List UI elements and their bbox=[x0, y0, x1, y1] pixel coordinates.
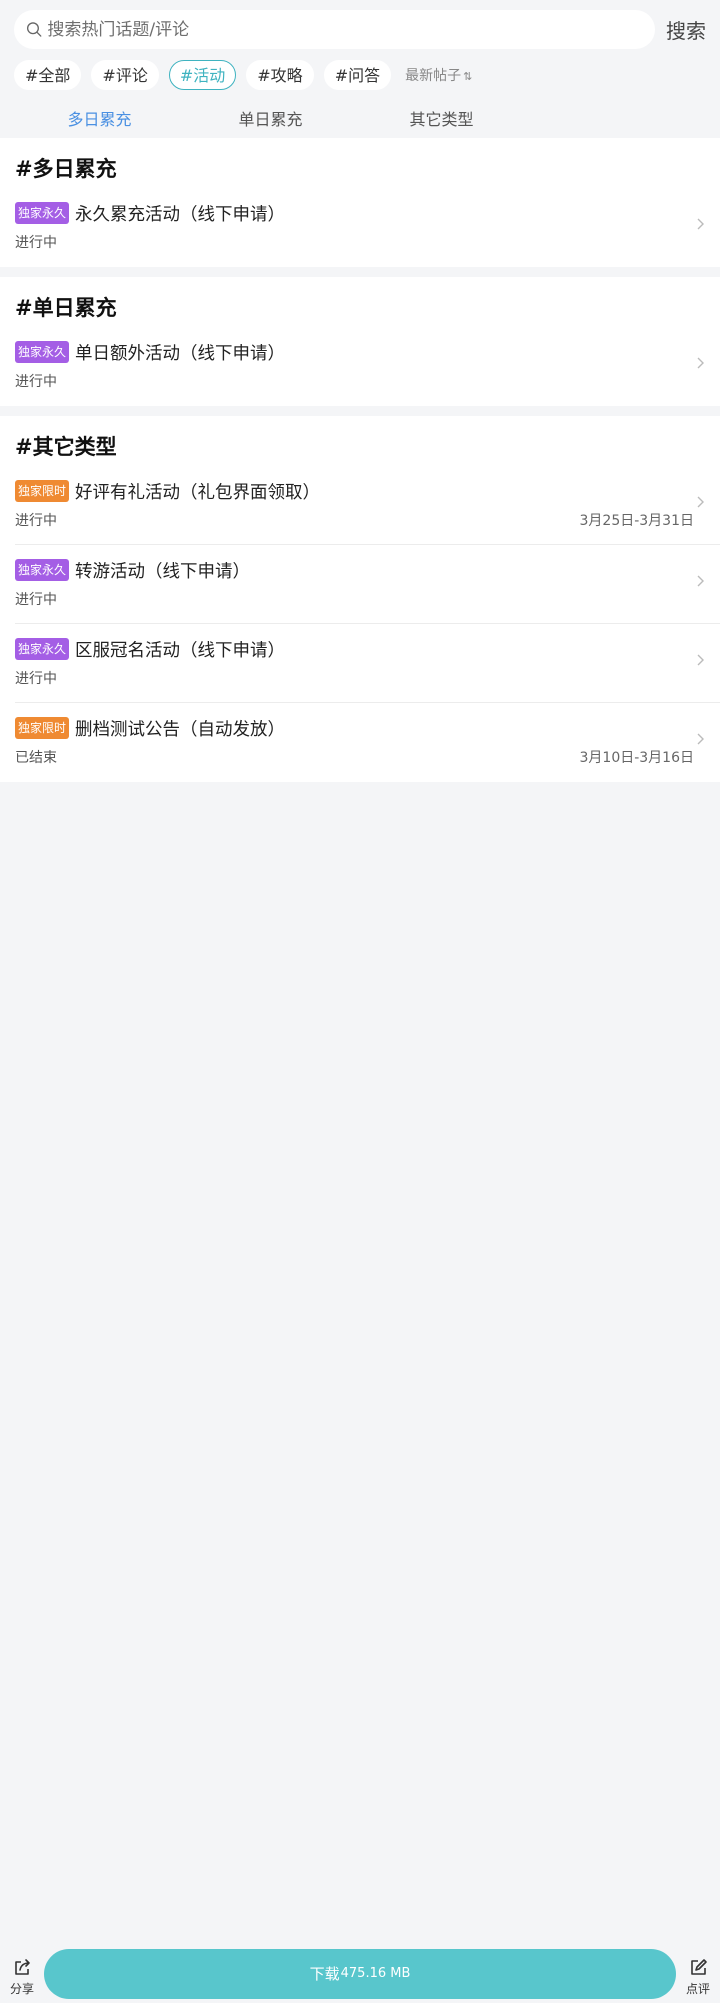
activity-item[interactable]: 独家永久 永久累充活动（线下申请） 进行中 bbox=[15, 188, 720, 267]
tab-item[interactable]: 单日累充 bbox=[185, 106, 356, 130]
share-icon bbox=[15, 1958, 30, 1975]
activity-item[interactable]: 独家永久 单日额外活动（线下申请） 进行中 bbox=[15, 327, 720, 406]
activity-status: 已结束 bbox=[15, 750, 57, 766]
search-button[interactable]: 搜索 bbox=[666, 15, 706, 44]
review-label: 点评 bbox=[685, 1981, 710, 1996]
chevron-right-icon bbox=[697, 357, 704, 369]
sort-latest-button[interactable]: 最新帖子 ⇅ bbox=[405, 65, 472, 85]
activity-item[interactable]: 独家限时 好评有礼活动（礼包界面领取） 进行中 3月25日-3月31日 bbox=[15, 466, 720, 545]
activity-status: 进行中 bbox=[15, 513, 57, 529]
activity-title: 好评有礼活动（礼包界面领取） bbox=[75, 482, 321, 503]
bottom-bar: 分享 下载 475.16 MB 点评 bbox=[0, 1944, 720, 2003]
activity-badge: 独家限时 bbox=[15, 717, 70, 739]
activity-status: 进行中 bbox=[15, 671, 57, 687]
tab-item[interactable]: 多日累充 bbox=[14, 106, 185, 130]
topic-chip[interactable]: #攻略 bbox=[246, 60, 314, 90]
activity-item[interactable]: 独家永久 转游活动（线下申请） 进行中 bbox=[15, 545, 720, 624]
activity-title: 永久累充活动（线下申请） bbox=[75, 204, 286, 225]
activity-date-range: 3月25日-3月31日 bbox=[579, 513, 695, 529]
activity-badge: 独家永久 bbox=[15, 341, 70, 363]
activity-status: 进行中 bbox=[15, 374, 57, 390]
activity-item-meta: 进行中 bbox=[15, 371, 700, 391]
search-input[interactable] bbox=[47, 19, 655, 40]
activity-section: #单日累充独家永久 单日额外活动（线下申请） 进行中 bbox=[0, 277, 720, 406]
activity-sections: #多日累充 独家永久 永久累充活动（线下申请） 进行中 #单日累充 独家永久 单日额外活动（… bbox=[0, 138, 720, 782]
activity-status: 进行中 bbox=[15, 235, 57, 251]
activity-date-range: 3月10日-3月16日 bbox=[579, 750, 695, 766]
topic-chip[interactable]: #全部 bbox=[14, 60, 82, 90]
activity-item-meta: 进行中 bbox=[15, 232, 700, 252]
activity-item-header: 独家永久 永久累充活动（线下申请） bbox=[15, 200, 700, 226]
search-row: 搜索 bbox=[14, 10, 706, 49]
activity-item-meta: 已结束 3月10日-3月16日 bbox=[15, 747, 700, 767]
activity-item[interactable]: 独家限时 删档测试公告（自动发放） 已结束 3月10日-3月16日 bbox=[15, 703, 720, 782]
chevron-right-icon bbox=[697, 733, 704, 745]
chevron-right-icon bbox=[697, 575, 704, 587]
activity-section: #其它类型 独家限时 好评有礼活动（礼包界面领取） 进行中 3月25日-3月31日 独家永… bbox=[0, 416, 720, 782]
activity-item-header: 独家限时 好评有礼活动（礼包界面领取） bbox=[15, 478, 700, 504]
activity-badge: 独家永久 bbox=[15, 202, 70, 224]
search-icon bbox=[26, 22, 42, 37]
activity-item-meta: 进行中 bbox=[15, 589, 700, 609]
search-box[interactable] bbox=[14, 10, 655, 49]
category-tabs: 多日累充 单日累充 其它类型 bbox=[14, 98, 706, 138]
topic-chip[interactable]: #问答 bbox=[323, 60, 392, 90]
activity-badge: 独家限时 bbox=[15, 480, 70, 502]
share-label: 分享 bbox=[9, 1981, 34, 1996]
activity-badge: 独家永久 bbox=[15, 638, 70, 660]
topic-chips: #全部 #评论 #活动 #攻略 #问答 最新帖子 ⇅ bbox=[14, 60, 706, 90]
activity-item-header: 独家限时 删档测试公告（自动发放） bbox=[15, 715, 700, 741]
sort-arrows-icon: ⇅ bbox=[463, 70, 473, 83]
activity-section: #多日累充独家永久 永久累充活动（线下申请） 进行中 bbox=[0, 138, 720, 267]
share-button[interactable]: 分享 bbox=[0, 1949, 44, 1999]
download-label: 下载 bbox=[309, 1965, 340, 1983]
download-size: 475.16 MB bbox=[340, 1966, 411, 1981]
activity-item-meta: 进行中 bbox=[15, 668, 700, 688]
sort-label: 最新帖子 bbox=[405, 68, 462, 84]
activity-item-header: 独家永久 区服冠名活动（线下申请） bbox=[15, 636, 700, 662]
activity-title: 删档测试公告（自动发放） bbox=[75, 719, 286, 740]
chevron-right-icon bbox=[697, 218, 704, 230]
review-button[interactable]: 点评 bbox=[676, 1949, 720, 1999]
activity-badge: 独家永久 bbox=[15, 559, 70, 581]
section-title: #其它类型 bbox=[15, 435, 117, 459]
activity-status: 进行中 bbox=[15, 592, 57, 608]
activity-title: 转游活动（线下申请） bbox=[75, 561, 251, 582]
activity-title: 单日额外活动（线下申请） bbox=[75, 343, 286, 364]
activity-item-meta: 进行中 3月25日-3月31日 bbox=[15, 510, 700, 530]
header: 搜索 #全部 #评论 #活动 #攻略 #问答最新帖子⇅ 多日累充单日累充其它类型 bbox=[0, 0, 720, 138]
topic-chip[interactable]: #评论 bbox=[91, 60, 159, 90]
section-title: #单日累充 bbox=[15, 296, 117, 320]
tab-item[interactable]: 其它类型 bbox=[356, 106, 527, 130]
activity-item-header: 独家永久 转游活动（线下申请） bbox=[15, 557, 700, 583]
edit-icon bbox=[691, 1958, 707, 1975]
topic-chip[interactable]: #活动 bbox=[168, 60, 237, 90]
download-button[interactable]: 下载 475.16 MB bbox=[44, 1948, 676, 1999]
activity-title: 区服冠名活动（线下申请） bbox=[75, 640, 286, 661]
chevron-right-icon bbox=[697, 496, 704, 508]
activity-item[interactable]: 独家永久 区服冠名活动（线下申请） 进行中 bbox=[15, 624, 720, 703]
activity-item-header: 独家永久 单日额外活动（线下申请） bbox=[15, 339, 700, 365]
section-title: #多日累充 bbox=[15, 157, 117, 181]
chevron-right-icon bbox=[697, 654, 704, 666]
